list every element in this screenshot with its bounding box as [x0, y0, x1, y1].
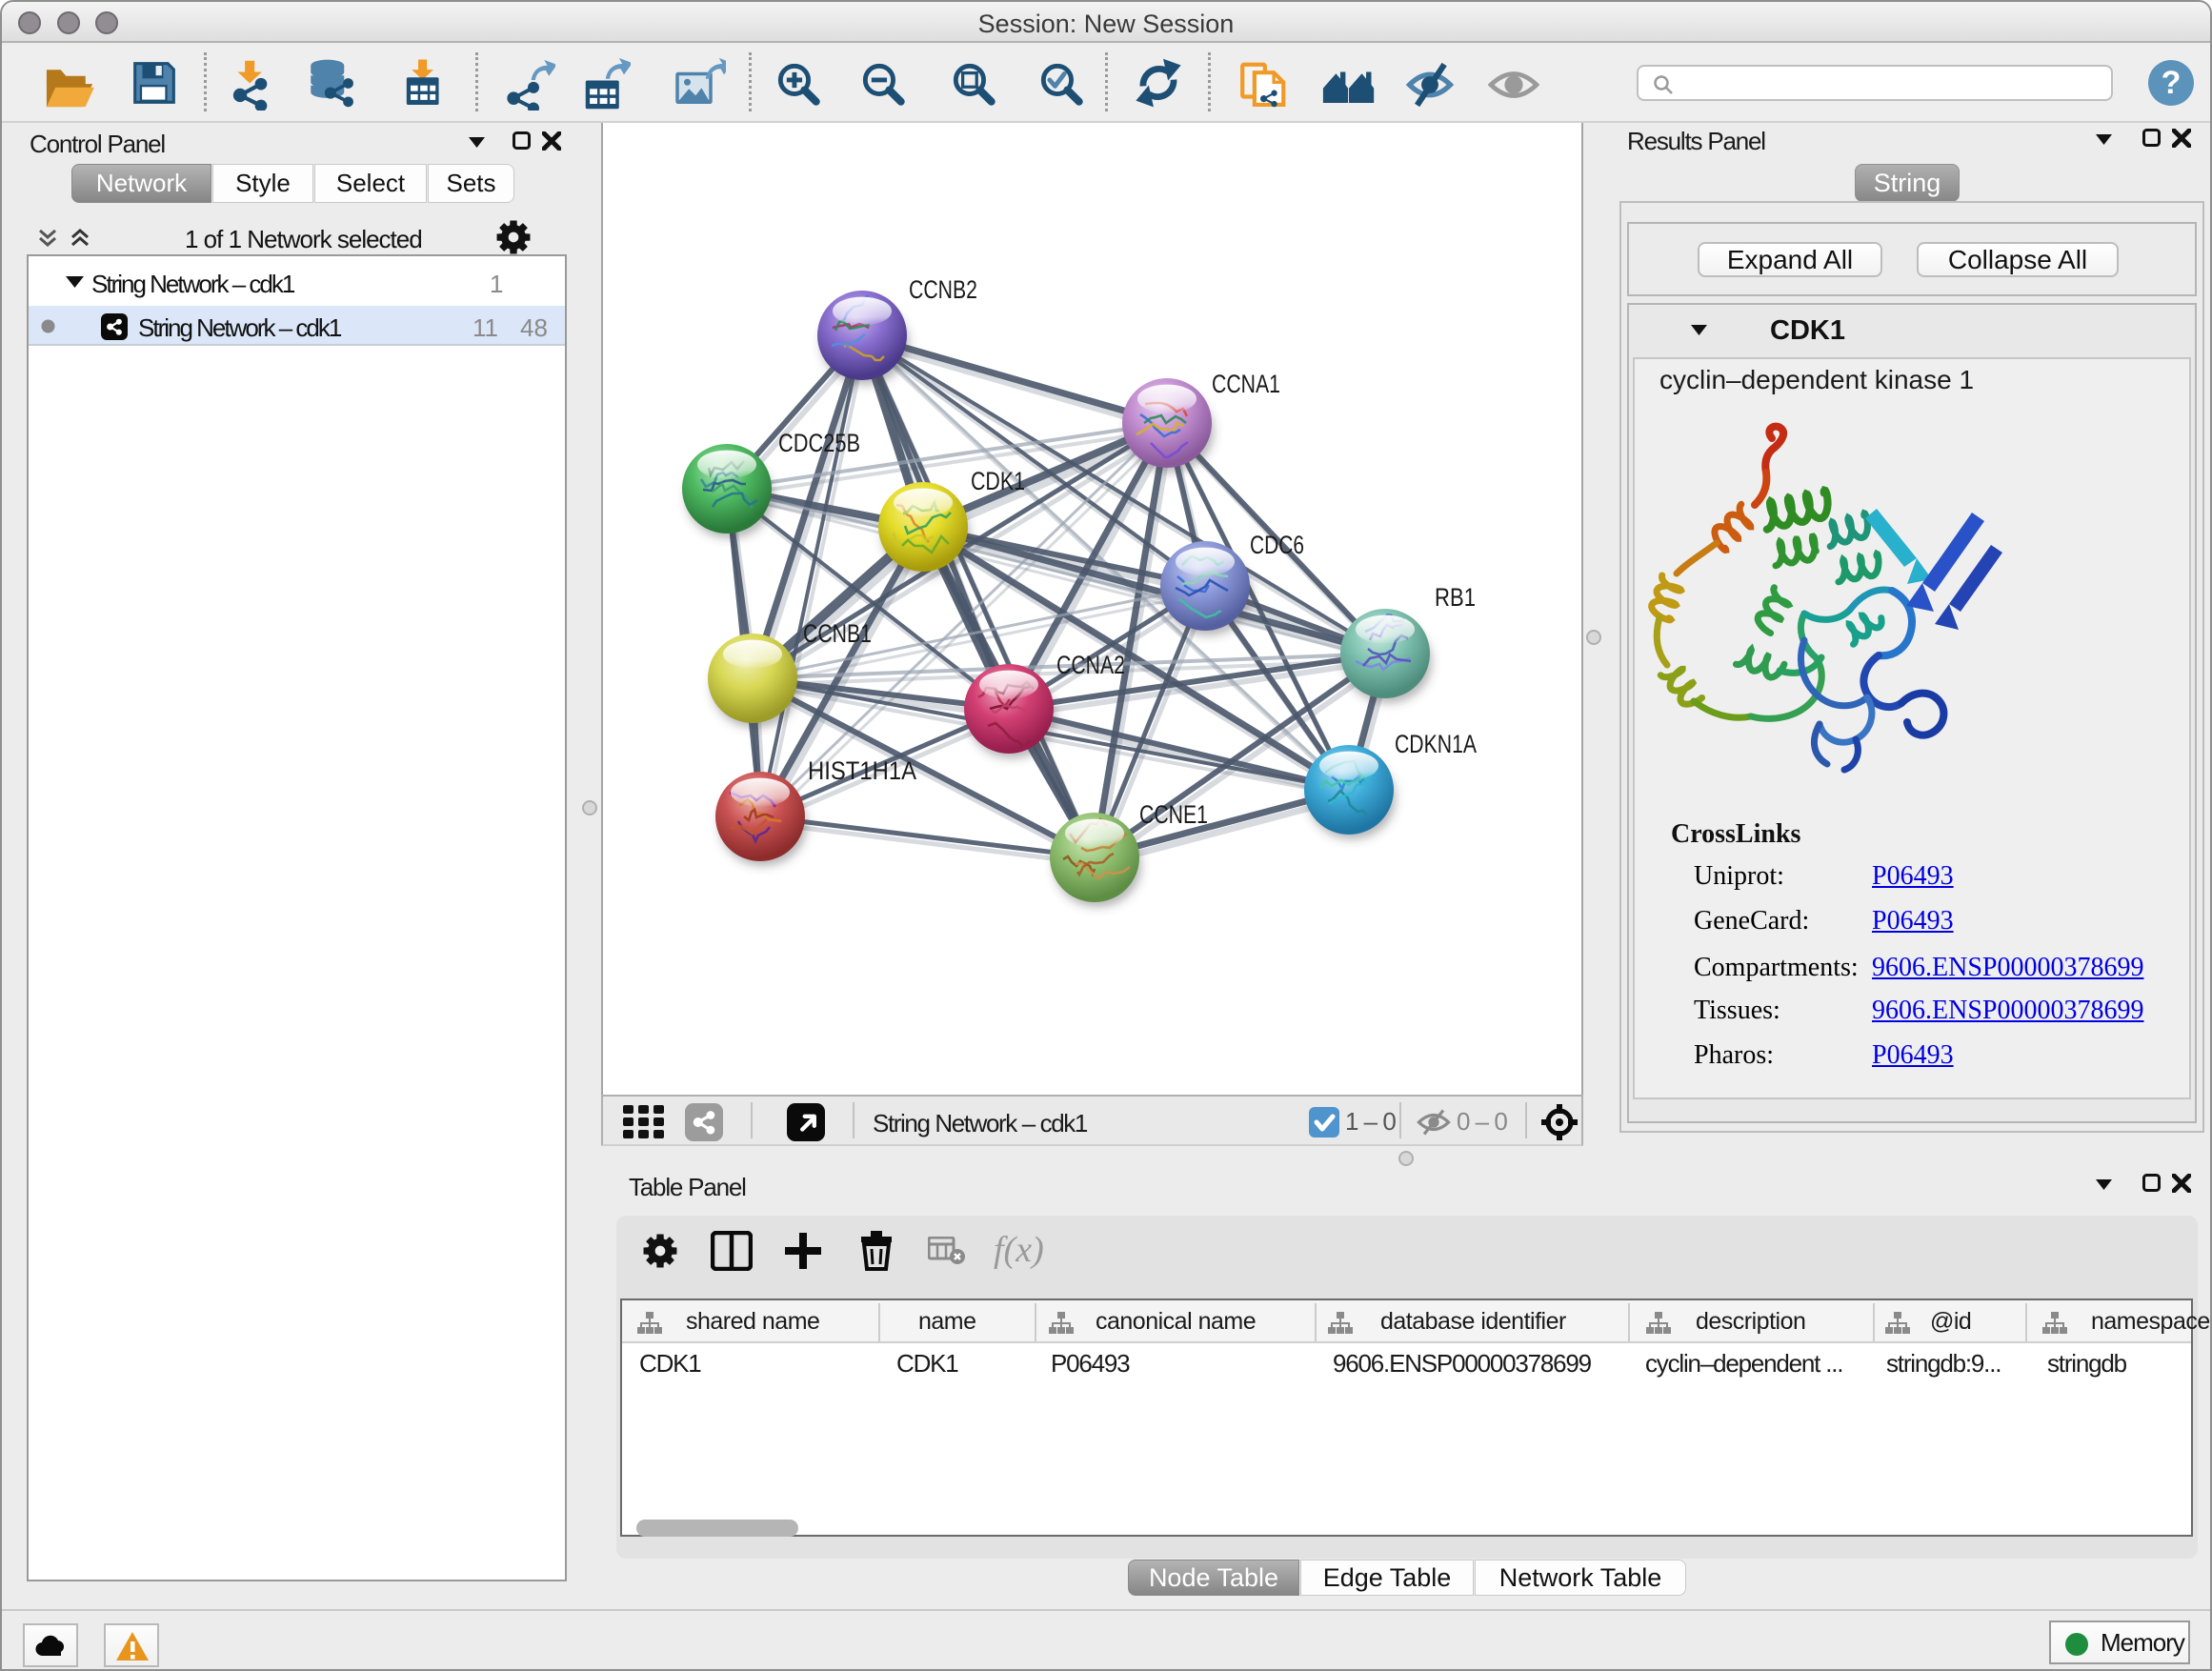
svg-text:CCNB2: CCNB2 [909, 275, 977, 304]
svg-text:CDC25B: CDC25B [778, 429, 860, 457]
svg-text:CCNA1: CCNA1 [1212, 370, 1280, 398]
svg-text:CCNB1: CCNB1 [803, 619, 872, 648]
svg-text:CCNE1: CCNE1 [1139, 800, 1208, 829]
svg-text:CDKN1A: CDKN1A [1395, 730, 1477, 758]
svg-text:HIST1H1A: HIST1H1A [808, 756, 916, 785]
svg-text:RB1: RB1 [1435, 583, 1476, 612]
svg-text:?: ? [2162, 65, 2182, 101]
svg-text:CDK1: CDK1 [971, 467, 1025, 495]
svg-text:CCNA2: CCNA2 [1056, 651, 1125, 679]
svg-text:CDC6: CDC6 [1250, 531, 1304, 559]
